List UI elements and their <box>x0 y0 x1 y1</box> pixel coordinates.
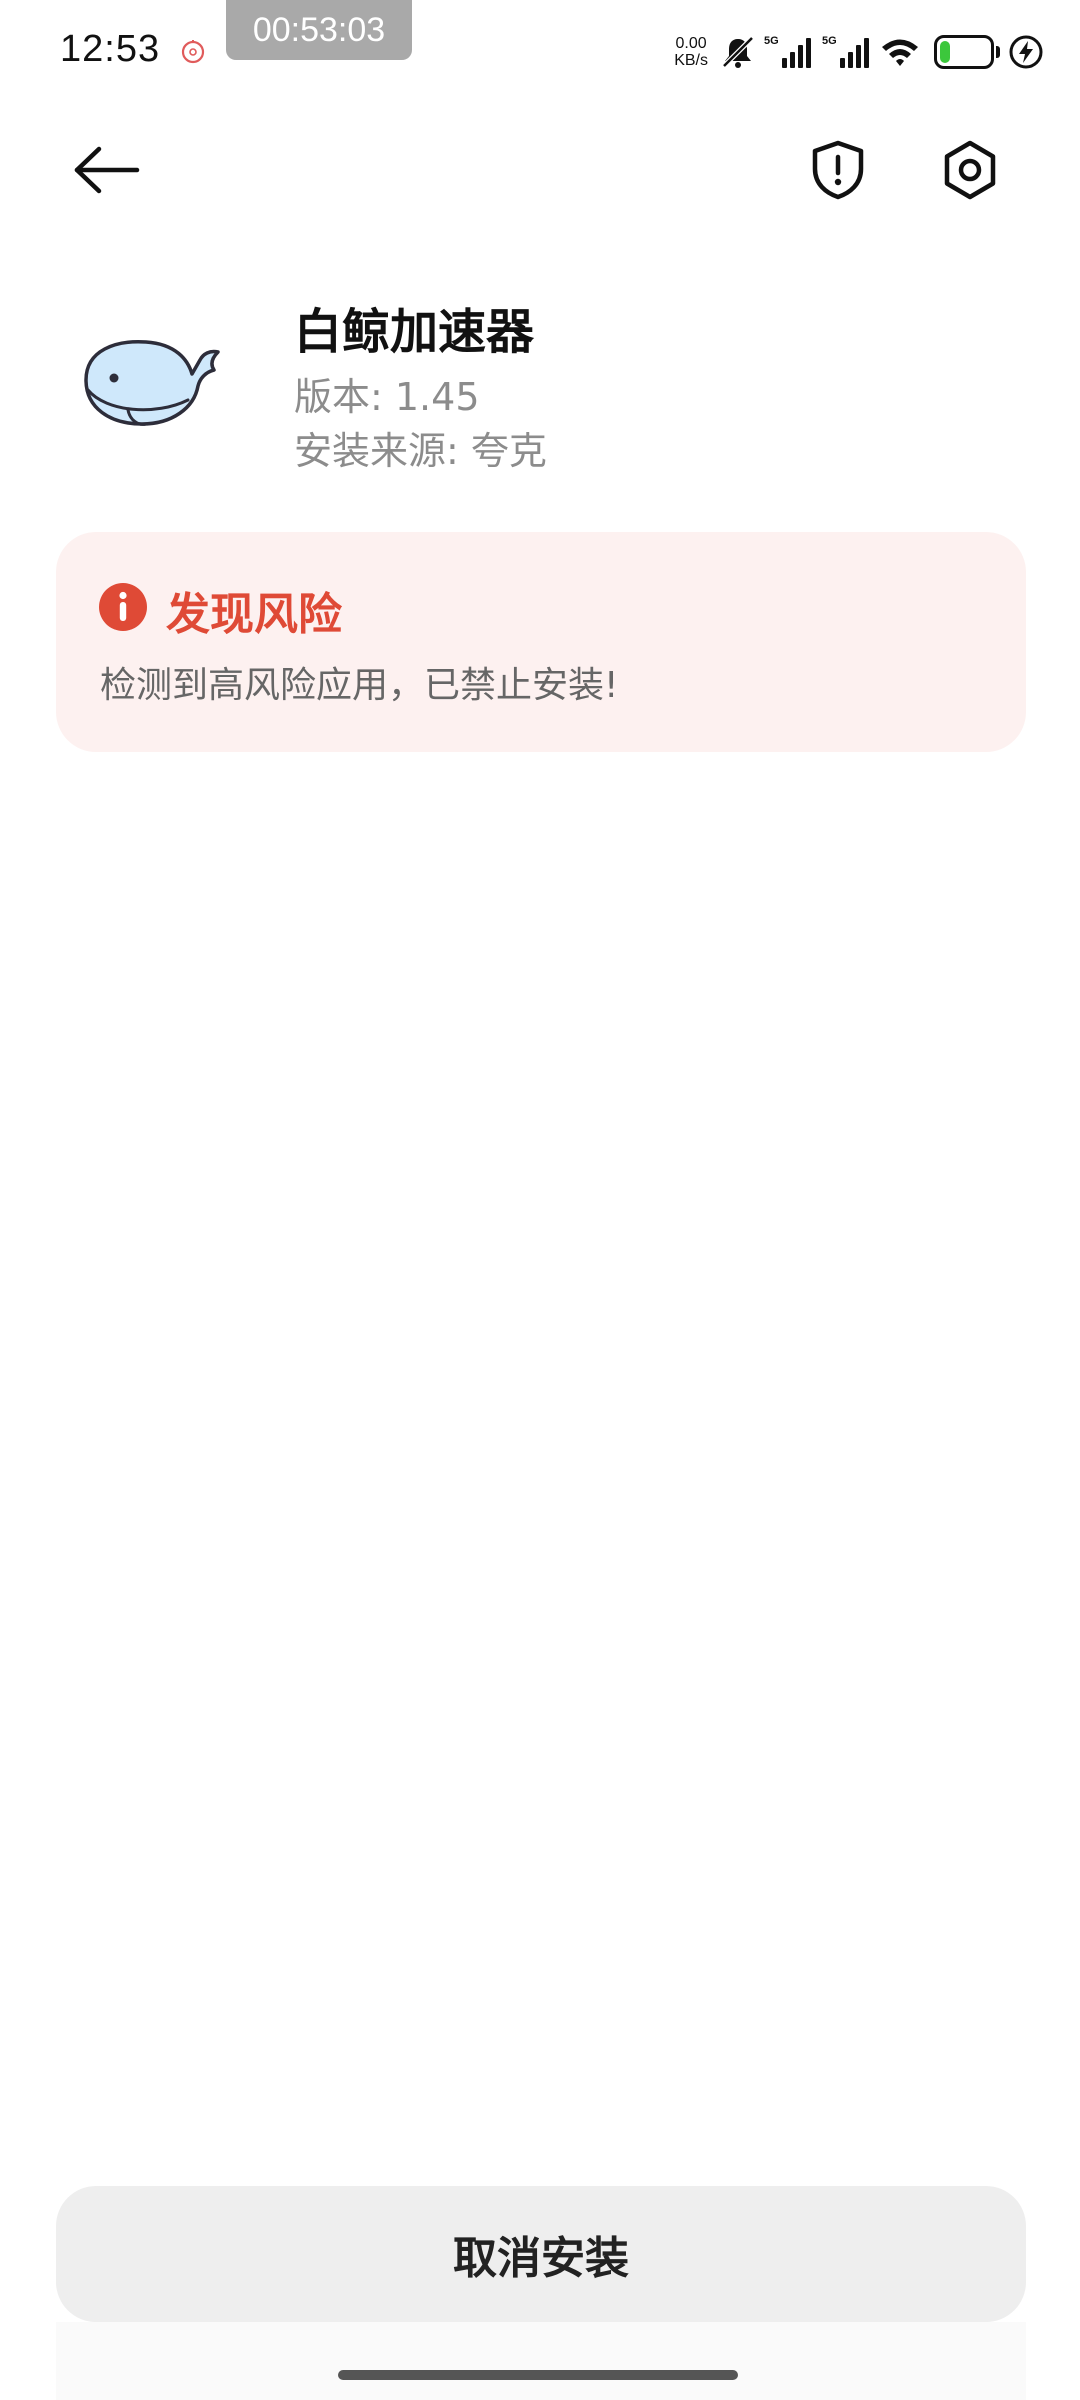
charging-icon <box>1009 35 1043 69</box>
app-name: 白鲸加速器 <box>294 304 535 360</box>
app-source: 安装来源: 夸克 <box>294 429 547 473</box>
home-indicator[interactable] <box>338 2370 738 2380</box>
shield-alert-icon <box>812 140 864 200</box>
app-version: 版本: 1.45 <box>294 375 480 419</box>
net-speed-value: 0.00 <box>675 35 707 52</box>
battery-icon: 20 <box>934 35 1000 69</box>
signal-icon: 5G <box>764 35 811 68</box>
back-button[interactable] <box>66 130 146 210</box>
risk-warning-card: 发现风险 检测到高风险应用，已禁止安装! <box>56 532 1026 752</box>
sim1-label: 5G <box>764 35 779 47</box>
settings-button[interactable] <box>930 130 1010 210</box>
mute-icon <box>722 36 754 68</box>
whale-icon <box>84 340 220 426</box>
battery-level: 20 <box>951 39 977 64</box>
net-speed-unit: KB/s <box>674 52 708 69</box>
bottom-panel <box>56 2322 1026 2400</box>
back-arrow-icon <box>74 146 140 194</box>
wifi-icon <box>882 39 918 66</box>
risk-description: 检测到高风险应用，已禁止安装! <box>100 665 619 706</box>
alarm-icon <box>181 40 205 64</box>
screen-record-timer[interactable]: 00:53:03 <box>226 0 412 60</box>
signal-icon: 5G <box>822 35 869 68</box>
sim2-label: 5G <box>822 35 837 47</box>
status-icons: 0.00 KB/s 5G 5G 20 <box>674 30 1044 74</box>
risk-title: 发现风险 <box>166 589 342 640</box>
net-speed: 0.00 KB/s <box>674 35 708 69</box>
cancel-install-button[interactable]: 取消安装 <box>56 2186 1026 2322</box>
status-time: 12:53 <box>60 28 161 70</box>
status-bar: 12:53 00:53:03 0.00 KB/s 5G 5G 20 <box>0 0 1080 100</box>
info-icon <box>99 583 147 631</box>
security-button[interactable] <box>798 130 878 210</box>
settings-icon <box>944 140 996 200</box>
